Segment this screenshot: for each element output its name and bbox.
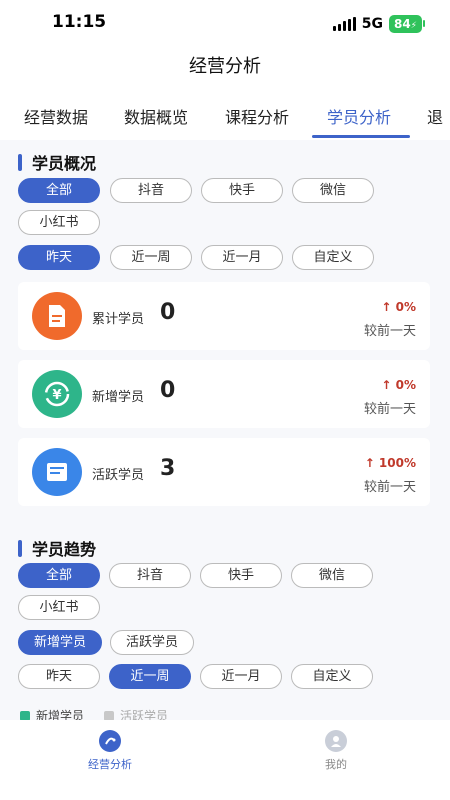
trend-filter-wechat[interactable]: 微信: [291, 563, 373, 588]
trend-type-new[interactable]: 新增学员: [18, 630, 102, 655]
overview-filter-wechat[interactable]: 微信: [292, 178, 374, 203]
tab-refund[interactable]: 退: [427, 104, 443, 128]
book-icon: [32, 448, 82, 496]
bottom-navigation: 经营分析 我的: [0, 720, 450, 800]
network-type: 5G: [361, 16, 383, 32]
profile-icon: [325, 730, 347, 752]
stat-compare: 较前一天: [363, 402, 416, 417]
signal-icon: [332, 17, 356, 31]
section-marker: [18, 153, 22, 171]
stat-label: 活跃学员: [92, 468, 145, 483]
overview-filter-kuaishou[interactable]: 快手: [201, 178, 283, 203]
trend-section-title: 学员趋势: [18, 536, 96, 560]
trend-time-custom[interactable]: 自定义: [291, 664, 373, 689]
tab-data-overview[interactable]: 数据概览: [124, 104, 188, 128]
tab-business-data[interactable]: 经营数据: [24, 104, 88, 128]
stat-compare: 较前一天: [363, 480, 416, 495]
svg-text:¥: ¥: [52, 388, 61, 403]
overview-time-month[interactable]: 近一月: [201, 245, 283, 270]
stat-compare: 较前一天: [363, 324, 416, 339]
trend-filter-xiaohongshu[interactable]: 小红书: [18, 595, 100, 620]
overview-filter-all[interactable]: 全部: [18, 178, 100, 203]
overview-filter-douyin[interactable]: 抖音: [110, 178, 192, 203]
tab-bar: 经营数据 数据概览 课程分析 学员分析 退: [0, 98, 450, 138]
trend-filter-douyin[interactable]: 抖音: [109, 563, 191, 588]
status-bar: 11:15 5G 84⚡: [0, 0, 450, 44]
legend-swatch-active: [104, 710, 115, 721]
nav-label: 我的: [325, 758, 347, 771]
overview-time-yesterday[interactable]: 昨天: [18, 245, 100, 270]
overview-section-title: 学员概况: [18, 150, 96, 174]
stat-card-total-students[interactable]: 累计学员 0 ↑ 0% 较前一天: [18, 282, 430, 350]
nav-label: 经营分析: [88, 758, 132, 771]
page-title: 经营分析: [189, 56, 261, 77]
trend-type-active[interactable]: 活跃学员: [110, 630, 194, 655]
stat-label: 新增学员: [92, 390, 145, 405]
overview-title-text: 学员概况: [32, 154, 97, 173]
overview-time-custom[interactable]: 自定义: [292, 245, 374, 270]
nav-item-profile[interactable]: 我的: [296, 730, 376, 772]
yuan-refresh-icon: ¥: [32, 370, 82, 418]
trend-filter-kuaishou[interactable]: 快手: [200, 563, 282, 588]
analysis-icon: [99, 730, 121, 752]
status-time: 11:15: [52, 12, 107, 32]
stat-card-active-students[interactable]: 活跃学员 3 ↑ 100% 较前一天: [18, 438, 430, 506]
tab-active-indicator: [312, 135, 410, 138]
overview-time-week[interactable]: 近一周: [110, 245, 192, 270]
stat-card-new-students[interactable]: ¥ 新增学员 0 ↑ 0% 较前一天: [18, 360, 430, 428]
tab-student-analysis[interactable]: 学员分析: [327, 104, 391, 128]
trend-time-week[interactable]: 近一周: [109, 664, 191, 689]
stat-value: 3: [160, 456, 176, 481]
stat-value: 0: [160, 300, 176, 325]
trend-time-month[interactable]: 近一月: [200, 664, 282, 689]
battery-icon: 84⚡: [388, 15, 426, 33]
battery-level: 84: [393, 17, 411, 31]
stat-change: ↑ 0%: [381, 378, 416, 392]
status-indicators: 5G 84⚡: [332, 15, 426, 33]
stat-value: 0: [160, 378, 176, 403]
document-icon: [32, 292, 82, 340]
legend-swatch-new: [20, 710, 30, 721]
overview-filter-xiaohongshu[interactable]: 小红书: [18, 210, 100, 235]
nav-item-analysis[interactable]: 经营分析: [70, 730, 150, 772]
stat-change: ↑ 100%: [364, 456, 416, 470]
tab-course-analysis[interactable]: 课程分析: [225, 104, 289, 128]
section-marker: [18, 539, 22, 557]
stat-label: 累计学员: [92, 312, 145, 327]
stat-change: ↑ 0%: [381, 300, 416, 314]
trend-title-text: 学员趋势: [32, 540, 97, 559]
trend-time-yesterday[interactable]: 昨天: [18, 664, 100, 689]
trend-filter-all[interactable]: 全部: [18, 563, 100, 588]
